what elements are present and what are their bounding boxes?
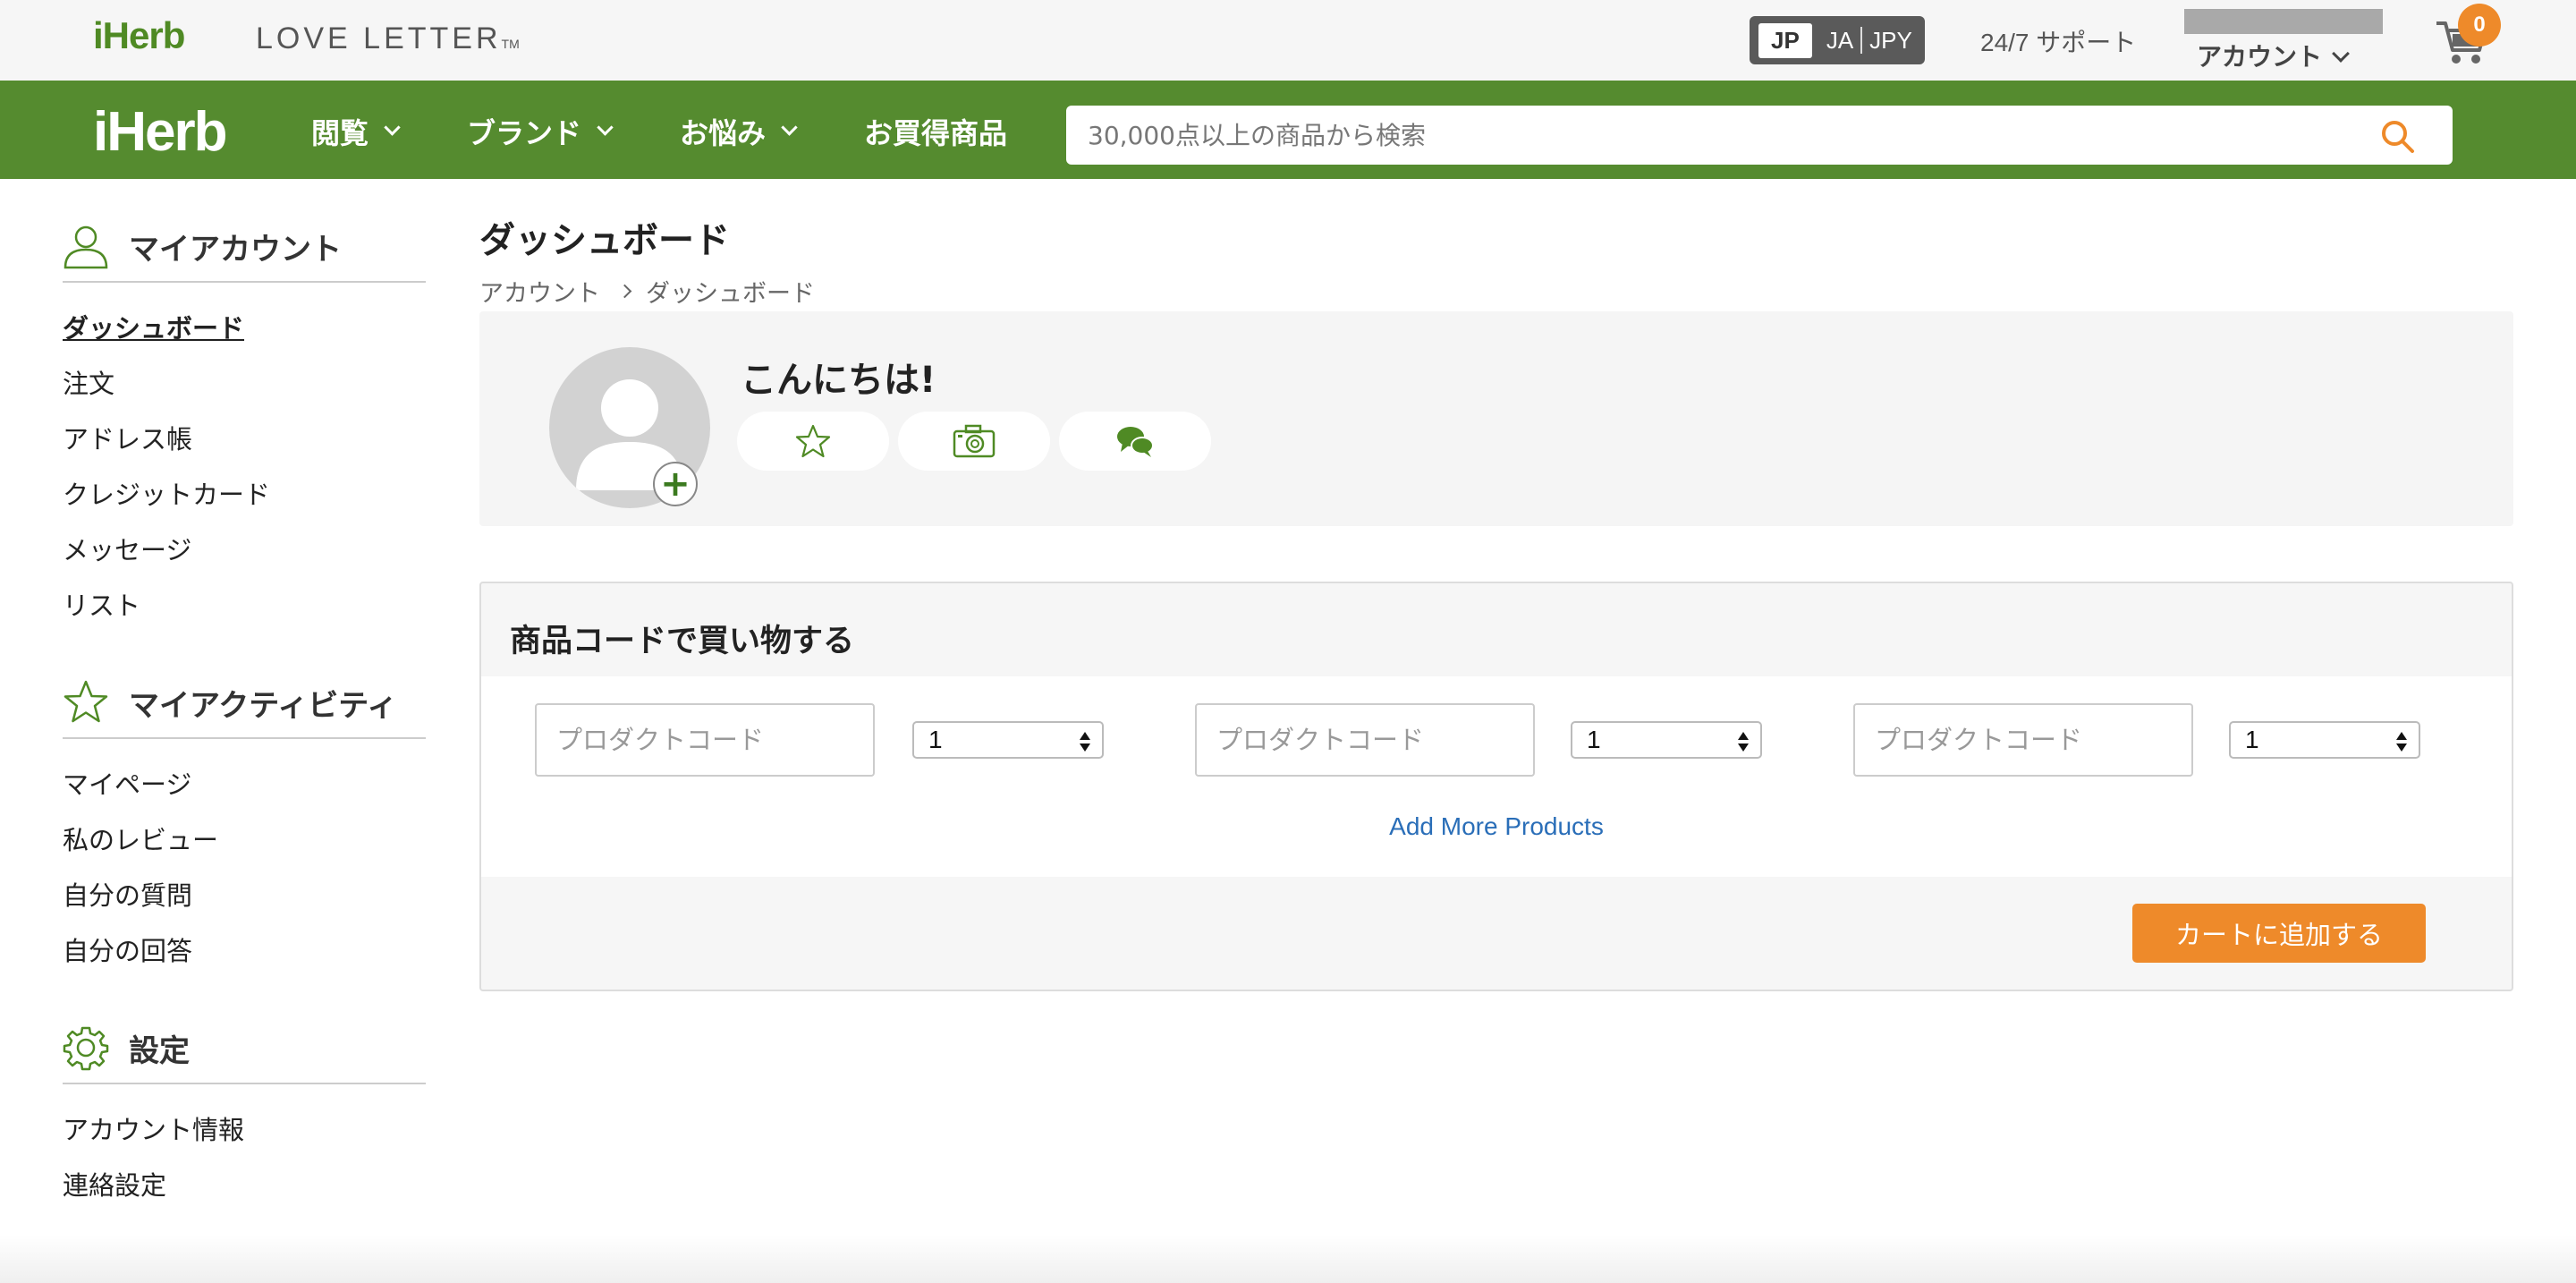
iherb-logo[interactable]: iHerb xyxy=(93,100,227,164)
country-code: JP xyxy=(1758,22,1812,58)
chevron-down-icon xyxy=(2332,45,2350,63)
iherb-logo-small[interactable]: iHerb xyxy=(93,14,185,57)
nav-label: 閲覧 xyxy=(311,116,369,150)
breadcrumb: アカウント ダッシュボード xyxy=(479,274,2513,309)
section-title: マイアクティビティ xyxy=(129,687,398,724)
camera-icon xyxy=(953,424,996,458)
chat-bubbles-icon xyxy=(1117,427,1154,457)
greeting: こんにちは! xyxy=(741,360,936,401)
nav-concerns[interactable]: お悩み xyxy=(680,111,798,152)
sidebar-item-orders[interactable]: 注文 xyxy=(63,356,426,412)
account-sidebar: マイアカウント ダッシュボード 注文 アドレス帳 クレジットカード メッセージ … xyxy=(63,211,426,1213)
quick-order-body: 1 1 1 Add More Products xyxy=(481,676,2512,877)
gear-icon xyxy=(63,1026,109,1071)
quantity-select-3[interactable]: 1 xyxy=(2229,721,2420,759)
nav-deals[interactable]: お買得商品 xyxy=(864,111,1007,152)
sidebar-item-my-answers[interactable]: 自分の回答 xyxy=(63,923,426,979)
cart-count-badge: 0 xyxy=(2458,4,2501,47)
add-photo-button[interactable]: + xyxy=(653,462,698,506)
quantity-value: 1 xyxy=(1587,726,1601,753)
sidebar-item-credit-cards[interactable]: クレジットカード xyxy=(63,467,426,523)
nav-label: ブランド xyxy=(467,116,582,150)
select-arrows-icon xyxy=(2396,732,2407,752)
quick-order-panel: 商品コードで買い物する 1 1 1 Add More Products カートに… xyxy=(479,582,2513,991)
chevron-right-icon xyxy=(617,284,632,299)
account-menu[interactable]: アカウント xyxy=(2197,38,2350,73)
quantity-value: 1 xyxy=(928,726,943,753)
add-more-label: Add More Products xyxy=(1389,812,1604,840)
product-code-input-1[interactable] xyxy=(535,703,875,777)
chevron-down-icon xyxy=(781,118,798,136)
select-arrows-icon xyxy=(1080,732,1090,752)
nav-label: お買得商品 xyxy=(864,116,1008,150)
sidebar-item-account-info[interactable]: アカウント情報 xyxy=(63,1102,426,1158)
section-title: マイアカウント xyxy=(129,231,342,268)
quick-order-title: 商品コードで買い物する xyxy=(510,624,855,659)
comments-pill-button[interactable] xyxy=(1059,412,1211,471)
main-navbar: iHerb 閲覧 ブランド お悩み お買得商品 xyxy=(0,81,2576,179)
quantity-select-1[interactable]: 1 xyxy=(912,721,1104,759)
currency-code: JPY xyxy=(1869,26,1912,54)
language-code: JA xyxy=(1826,26,1854,54)
chevron-down-icon xyxy=(384,118,401,136)
logo-text: iHerb xyxy=(93,14,185,56)
page-title: ダッシュボード xyxy=(479,220,730,261)
top-utility-bar: iHerb LOVE LETTERTM JP JA JPY 24/7 サポート … xyxy=(0,0,2576,81)
sidebar-item-dashboard[interactable]: ダッシュボード xyxy=(63,301,426,356)
reviews-pill-button[interactable] xyxy=(737,412,889,471)
sidebar-item-contact-settings[interactable]: 連絡設定 xyxy=(63,1158,426,1213)
quantity-select-2[interactable]: 1 xyxy=(1571,721,1762,759)
photos-pill-button[interactable] xyxy=(898,412,1050,471)
nav-browse[interactable]: 閲覧 xyxy=(311,111,401,152)
search-input[interactable] xyxy=(1066,106,2453,165)
account-name-redacted xyxy=(2184,9,2383,34)
breadcrumb-account[interactable]: アカウント xyxy=(479,274,600,309)
sidebar-item-lists[interactable]: リスト xyxy=(63,578,426,633)
trademark-mark: TM xyxy=(501,37,520,51)
star-icon xyxy=(64,680,108,723)
sidebar-section-settings: 設定 xyxy=(63,1013,426,1084)
product-code-input-3[interactable] xyxy=(1853,703,2193,777)
sidebar-section-my-activity: マイアクティビティ xyxy=(63,667,426,739)
breadcrumb-dashboard: ダッシュボード xyxy=(646,280,815,308)
product-code-input-2[interactable] xyxy=(1195,703,1535,777)
plus-icon: + xyxy=(660,463,691,505)
account-label: アカウント xyxy=(2197,42,2323,72)
sidebar-item-my-questions[interactable]: 自分の質問 xyxy=(63,868,426,923)
add-to-cart-button[interactable]: カートに追加する xyxy=(2132,904,2426,963)
chevron-down-icon xyxy=(597,118,614,136)
quantity-value: 1 xyxy=(2245,726,2259,753)
select-arrows-icon xyxy=(1738,732,1749,752)
support-link[interactable]: 24/7 サポート xyxy=(1980,23,2136,59)
nav-brands[interactable]: ブランド xyxy=(467,111,614,152)
divider xyxy=(1860,27,1863,54)
profile-card: + こんにちは! xyxy=(479,311,2513,526)
love-letter-text: LOVE LETTER xyxy=(256,21,502,55)
search-icon[interactable] xyxy=(2379,118,2415,154)
bottom-fade xyxy=(0,1235,2576,1283)
sidebar-item-my-page[interactable]: マイページ xyxy=(63,757,426,812)
love-letter-logo[interactable]: LOVE LETTERTM xyxy=(256,21,520,56)
add-more-products-link[interactable]: Add More Products xyxy=(481,812,2512,841)
nav-label: お悩み xyxy=(680,116,767,150)
locale-selector[interactable]: JP JA JPY xyxy=(1750,16,1925,64)
star-icon xyxy=(795,424,831,458)
dashboard-main: ダッシュボード アカウント ダッシュボード + こんにちは! 商品コードで買い物… xyxy=(479,211,2513,991)
sidebar-item-messages[interactable]: メッセージ xyxy=(63,523,426,578)
user-icon xyxy=(64,225,108,269)
sidebar-section-my-account: マイアカウント xyxy=(63,211,426,283)
sidebar-item-my-reviews[interactable]: 私のレビュー xyxy=(63,812,426,868)
sidebar-item-address-book[interactable]: アドレス帳 xyxy=(63,412,426,467)
section-title: 設定 xyxy=(129,1032,190,1069)
